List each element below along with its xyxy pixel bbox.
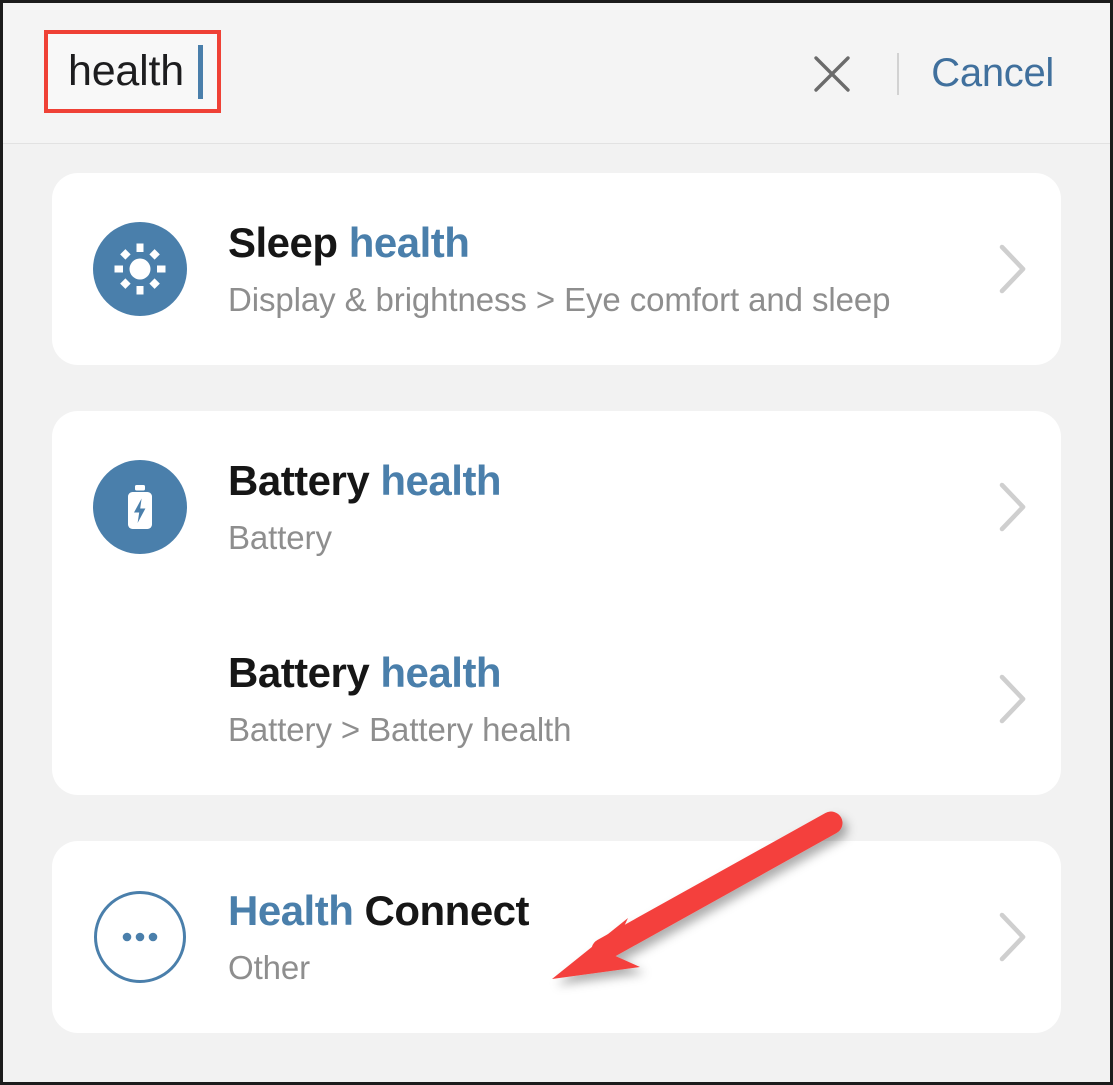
result-title-highlight: health [380, 649, 502, 696]
result-text: Health Connect Other [228, 887, 965, 987]
result-card: Battery health Battery Battery health Ba [52, 411, 1061, 795]
result-row-battery-health-sub[interactable]: Battery health Battery > Battery health [52, 603, 1061, 795]
result-title: Battery health [228, 649, 935, 696]
result-subtitle: Display & brightness > Eye comfort and s… [228, 281, 891, 319]
result-title: Battery health [228, 457, 935, 504]
search-header: health Cancel [3, 3, 1110, 144]
cancel-button[interactable]: Cancel [931, 51, 1110, 96]
result-title-plain: Battery [228, 457, 381, 504]
clear-search-button[interactable] [801, 43, 863, 105]
result-title-plain: Battery [228, 649, 381, 696]
result-text: Battery health Battery > Battery health [228, 649, 965, 749]
result-row-health-connect[interactable]: Health Connect Other [52, 841, 1061, 1033]
chevron-right-icon[interactable] [965, 241, 1061, 297]
result-title-highlight: Health [228, 887, 354, 934]
result-icon-wrap [52, 460, 228, 554]
search-input-value: health [68, 47, 184, 95]
result-subtitle: Other [228, 949, 311, 987]
result-subtitle: Battery > Battery health [228, 711, 572, 749]
chevron-right-icon[interactable] [965, 671, 1061, 727]
result-title-highlight: health [380, 457, 502, 504]
header-divider [897, 52, 900, 95]
result-row-sleep-health[interactable]: Sleep health Display & brightness > Eye … [52, 173, 1061, 365]
close-icon [810, 52, 854, 96]
result-text: Battery health Battery [228, 457, 965, 557]
result-icon-wrap [52, 222, 228, 316]
result-title: Sleep health [228, 219, 935, 266]
result-title-plain: Sleep [228, 219, 349, 266]
chevron-right-icon[interactable] [965, 909, 1061, 965]
result-text: Sleep health Display & brightness > Eye … [228, 219, 965, 319]
brightness-sun-icon [93, 222, 187, 316]
text-cursor [197, 44, 203, 99]
result-card: Health Connect Other [52, 841, 1061, 1033]
search-results-list: Sleep health Display & brightness > Eye … [3, 145, 1110, 1082]
result-title: Health Connect [228, 887, 935, 934]
ellipsis-circle-icon [94, 891, 186, 983]
search-input[interactable]: health [44, 30, 221, 113]
header-actions: Cancel [801, 3, 1110, 144]
result-subtitle: Battery [228, 519, 332, 557]
result-title-highlight: health [348, 219, 470, 266]
settings-search-screen: health Cancel Sleep health Display & bri… [0, 0, 1113, 1085]
chevron-right-icon[interactable] [965, 479, 1061, 535]
result-icon-wrap [52, 891, 228, 983]
result-row-battery-health[interactable]: Battery health Battery [52, 411, 1061, 603]
result-card: Sleep health Display & brightness > Eye … [52, 173, 1061, 365]
result-title-plain: Connect [353, 887, 530, 934]
battery-charging-icon [93, 460, 187, 554]
